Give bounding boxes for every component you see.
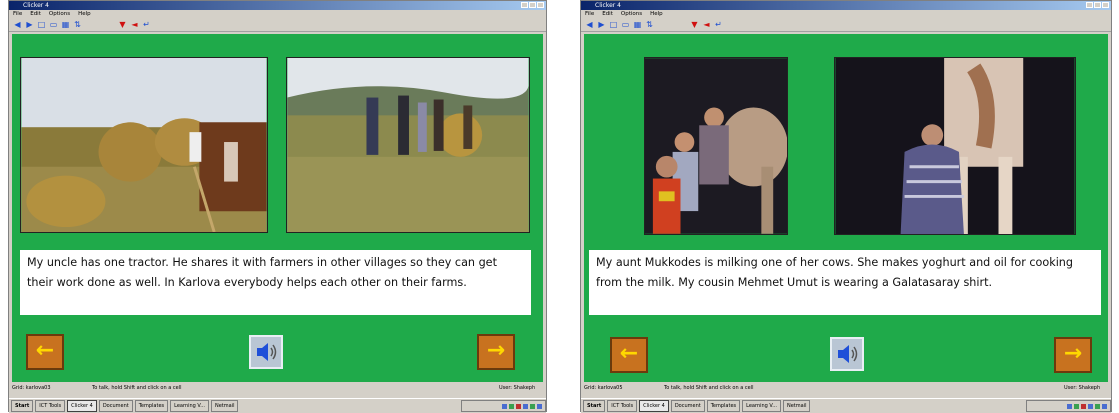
menu-options[interactable]: Options — [49, 10, 70, 18]
clicker-grid: My aunt Mukkodes is milking one of her c… — [584, 34, 1108, 382]
caption-text: My uncle has one tractor. He shares it w… — [20, 250, 531, 315]
menu-help[interactable]: Help — [78, 10, 91, 18]
task-item[interactable]: Learning V... — [742, 400, 781, 412]
new-icon[interactable]: □ — [37, 20, 46, 29]
close-button[interactable] — [1102, 2, 1109, 8]
task-item[interactable]: ICT Tools — [607, 400, 638, 412]
task-item[interactable]: ICT Tools — [35, 400, 66, 412]
hay-field-photo — [286, 57, 530, 233]
taskbar: Start ICT Tools Clicker 4 Document Templ… — [9, 398, 546, 413]
clicker-window-2: Clicker 4 File Edit Options Help ◀ ▶ □ ▭… — [580, 0, 1112, 413]
previous-button[interactable]: ← — [610, 337, 648, 373]
menu-file[interactable]: File — [585, 10, 594, 18]
minimize-button[interactable] — [521, 2, 528, 8]
window-controls — [521, 2, 544, 8]
forward-icon[interactable]: ▶ — [597, 20, 606, 29]
task-item[interactable]: Clicker 4 — [639, 400, 669, 412]
new-icon[interactable]: □ — [609, 20, 618, 29]
maximize-button[interactable] — [1094, 2, 1101, 8]
task-item[interactable]: Netmail — [210, 400, 239, 412]
grid-icon[interactable]: ▦ — [61, 20, 70, 29]
clicker-grid: My uncle has one tractor. He shares it w… — [12, 34, 543, 382]
open-folder-icon[interactable]: ▭ — [49, 20, 58, 29]
task-item[interactable]: Templates — [706, 400, 741, 412]
taskbar: Start ICT Tools Clicker 4 Document Templ… — [581, 398, 1111, 413]
system-tray — [1026, 400, 1111, 412]
menu-edit[interactable]: Edit — [30, 10, 41, 18]
speaker-icon — [257, 343, 277, 361]
next-button[interactable]: → — [1054, 337, 1092, 373]
window-title: Clicker 4 — [595, 2, 621, 9]
left-arrow-icon: ← — [35, 338, 55, 363]
down-arrow-icon[interactable]: ▼ — [690, 20, 699, 29]
sort-icon[interactable]: ⇅ — [645, 20, 654, 29]
status-grid: Grid: karlova03 — [12, 385, 51, 391]
clicker-window-1: Clicker 4 File Edit Options Help ◀ ▶ □ ▭… — [8, 0, 547, 413]
task-item[interactable]: Templates — [134, 400, 169, 412]
menu-options[interactable]: Options — [621, 10, 642, 18]
task-item[interactable]: Document — [670, 400, 705, 412]
minimize-button[interactable] — [1086, 2, 1093, 8]
status-grid: Grid: karlova05 — [584, 385, 623, 391]
speaker-icon — [838, 345, 858, 363]
previous-button[interactable]: ← — [26, 334, 64, 370]
close-button[interactable] — [537, 2, 544, 8]
down-arrow-icon[interactable]: ▼ — [118, 20, 127, 29]
back-icon[interactable]: ◀ — [585, 20, 594, 29]
status-user: User: Shakeph — [499, 385, 536, 391]
task-item[interactable]: Learning V... — [170, 400, 209, 412]
menu-bar: File Edit Options Help — [9, 10, 546, 18]
status-bar: Grid: karlova05 To talk, hold Shift and … — [584, 384, 1108, 393]
speak-button[interactable] — [249, 335, 283, 369]
return-arrow-icon[interactable]: ↵ — [142, 20, 151, 29]
title-bar: Clicker 4 — [9, 1, 546, 10]
maximize-button[interactable] — [529, 2, 536, 8]
menu-help[interactable]: Help — [650, 10, 663, 18]
status-user: User: Shakeph — [1064, 385, 1101, 391]
right-arrow-icon: → — [486, 338, 506, 363]
status-hint: To talk, hold Shift and click on a cell — [92, 385, 182, 391]
system-tray — [461, 400, 546, 412]
forward-icon[interactable]: ▶ — [25, 20, 34, 29]
toolbar: ◀ ▶ □ ▭ ▦ ⇅ ▼ ◄ ↵ — [581, 18, 1111, 32]
start-button[interactable]: Start — [583, 400, 606, 412]
aunt-milking-cow-photo — [834, 57, 1076, 235]
window-title: Clicker 4 — [23, 2, 49, 9]
left-arrow-icon[interactable]: ◄ — [130, 20, 139, 29]
open-folder-icon[interactable]: ▭ — [621, 20, 630, 29]
return-arrow-icon[interactable]: ↵ — [714, 20, 723, 29]
menu-edit[interactable]: Edit — [602, 10, 613, 18]
window-controls — [1086, 2, 1109, 8]
menu-file[interactable]: File — [13, 10, 22, 18]
next-button[interactable]: → — [477, 334, 515, 370]
toolbar: ◀ ▶ □ ▭ ▦ ⇅ ▼ ◄ ↵ — [9, 18, 546, 32]
title-bar: Clicker 4 — [581, 1, 1111, 10]
back-icon[interactable]: ◀ — [13, 20, 22, 29]
task-item[interactable]: Document — [98, 400, 133, 412]
speak-button[interactable] — [830, 337, 864, 371]
sort-icon[interactable]: ⇅ — [73, 20, 82, 29]
menu-bar: File Edit Options Help — [581, 10, 1111, 18]
grid-icon[interactable]: ▦ — [633, 20, 642, 29]
hay-loading-photo — [20, 57, 268, 233]
status-hint: To talk, hold Shift and click on a cell — [664, 385, 754, 391]
left-arrow-icon: ← — [619, 341, 639, 366]
task-item[interactable]: Netmail — [782, 400, 811, 412]
caption-text: My aunt Mukkodes is milking one of her c… — [589, 250, 1101, 315]
start-button[interactable]: Start — [11, 400, 34, 412]
left-arrow-icon[interactable]: ◄ — [702, 20, 711, 29]
task-item[interactable]: Clicker 4 — [67, 400, 97, 412]
milking-family-photo — [644, 57, 788, 235]
right-arrow-icon: → — [1063, 341, 1083, 366]
status-bar: Grid: karlova03 To talk, hold Shift and … — [12, 384, 543, 393]
